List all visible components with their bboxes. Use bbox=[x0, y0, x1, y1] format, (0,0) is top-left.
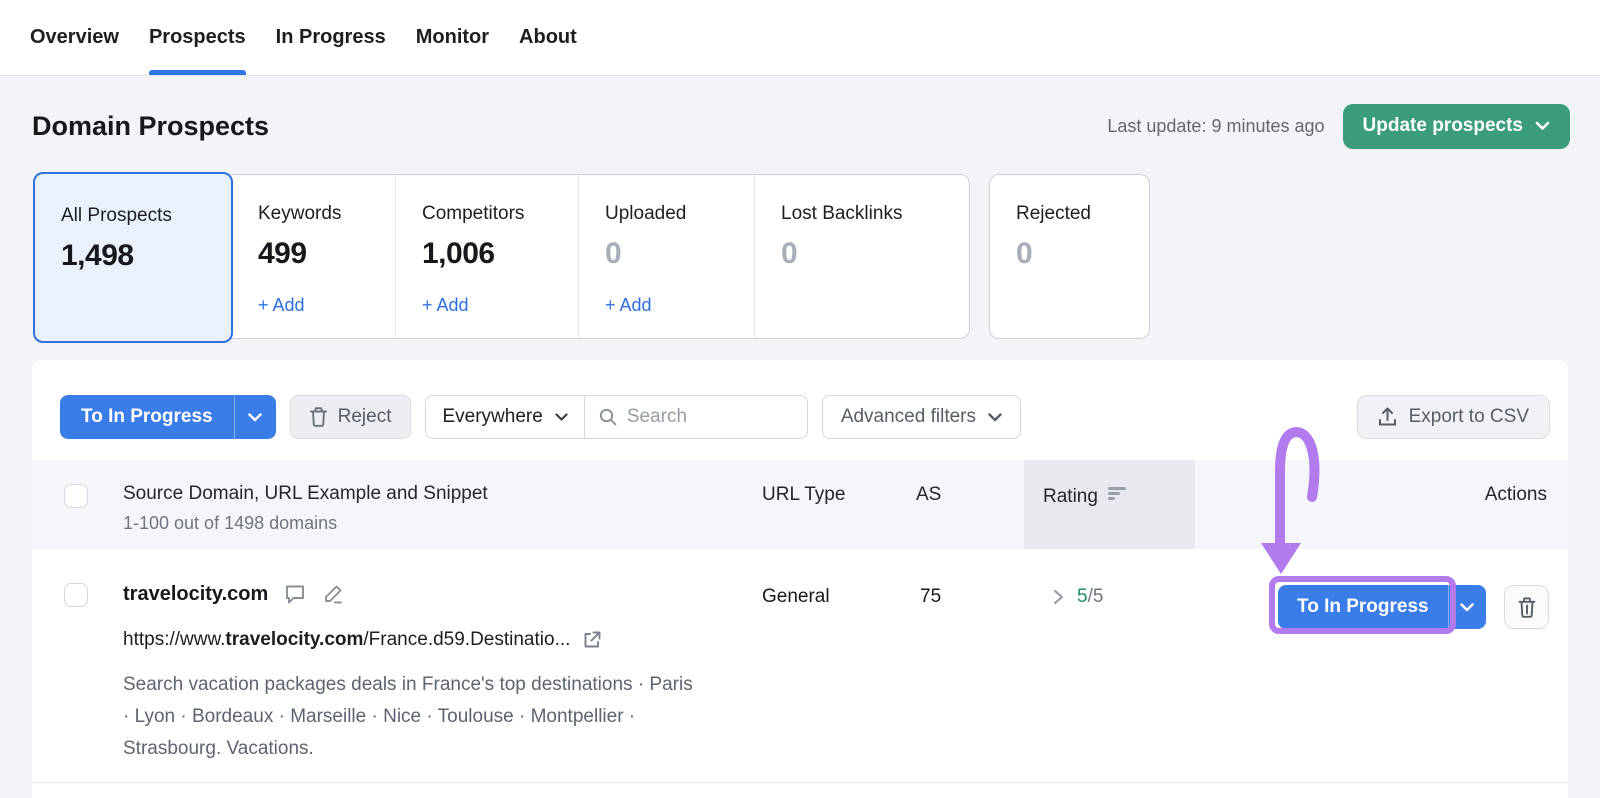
trash-icon bbox=[1518, 597, 1536, 618]
column-rating[interactable]: Rating bbox=[1043, 484, 1127, 508]
table-header-row: Source Domain, URL Example and Snippet 1… bbox=[32, 460, 1568, 549]
rating-score: 5 bbox=[1077, 586, 1088, 607]
url-prefix: https://www. bbox=[123, 629, 225, 650]
sort-descending-icon[interactable] bbox=[1108, 484, 1127, 506]
column-as: AS bbox=[916, 484, 941, 506]
search-box bbox=[585, 396, 807, 438]
card-label: Uploaded bbox=[605, 203, 754, 225]
row-domain[interactable]: travelocity.com bbox=[123, 583, 268, 606]
prospects-table-card: To In Progress Reject Everywhere bbox=[32, 360, 1568, 798]
page-title: Domain Prospects bbox=[32, 111, 269, 142]
card-label: All Prospects bbox=[61, 205, 231, 227]
row-to-in-progress-button[interactable]: To In Progress bbox=[1278, 585, 1486, 629]
rating-total: /5 bbox=[1088, 586, 1104, 607]
card-label: Competitors bbox=[422, 203, 578, 225]
chevron-right-icon[interactable] bbox=[1053, 589, 1064, 605]
top-nav: Overview Prospects In Progress Monitor A… bbox=[0, 0, 1600, 76]
column-rating-label: Rating bbox=[1043, 486, 1098, 507]
search-scope-dropdown[interactable]: Everywhere bbox=[426, 396, 584, 438]
tab-about[interactable]: About bbox=[519, 0, 577, 75]
card-uploaded[interactable]: Uploaded 0 + Add bbox=[579, 175, 755, 338]
advanced-filters-button[interactable]: Advanced filters bbox=[822, 395, 1021, 439]
row-to-in-progress-label[interactable]: To In Progress bbox=[1278, 585, 1448, 629]
card-count: 499 bbox=[258, 237, 395, 271]
add-keywords-link[interactable]: + Add bbox=[258, 295, 305, 316]
card-keywords[interactable]: Keywords 499 + Add bbox=[232, 175, 396, 338]
column-source-domain: Source Domain, URL Example and Snippet bbox=[123, 483, 488, 505]
card-count: 0 bbox=[1016, 237, 1149, 271]
external-link-icon[interactable] bbox=[582, 630, 602, 650]
chevron-down-icon bbox=[1535, 121, 1550, 131]
row-snippet: Search vacation packages deals in France… bbox=[123, 669, 698, 765]
update-prospects-label: Update prospects bbox=[1363, 115, 1523, 137]
comment-icon[interactable] bbox=[284, 583, 306, 605]
edit-pencil-icon[interactable] bbox=[322, 582, 346, 606]
card-count: 1,006 bbox=[422, 237, 578, 271]
add-competitors-link[interactable]: + Add bbox=[422, 295, 469, 316]
card-count: 0 bbox=[605, 237, 754, 271]
card-competitors[interactable]: Competitors 1,006 + Add bbox=[396, 175, 579, 338]
card-count: 1,498 bbox=[61, 239, 231, 273]
search-group: Everywhere bbox=[425, 395, 807, 439]
card-lost-backlinks[interactable]: Lost Backlinks 0 bbox=[755, 175, 969, 338]
advanced-filters-label: Advanced filters bbox=[841, 406, 976, 428]
row-checkbox[interactable] bbox=[64, 583, 88, 607]
tab-prospects[interactable]: Prospects bbox=[149, 0, 246, 75]
last-update-text: Last update: 9 minutes ago bbox=[1107, 116, 1324, 137]
update-prospects-button[interactable]: Update prospects bbox=[1343, 104, 1570, 149]
search-input[interactable] bbox=[627, 406, 793, 428]
url-path: /France.d59.Destinatio... bbox=[363, 629, 570, 650]
to-in-progress-bulk-label[interactable]: To In Progress bbox=[60, 395, 234, 439]
table-row: travelocity.com https://www.travelocity.… bbox=[32, 549, 1568, 783]
export-to-csv-label: Export to CSV bbox=[1409, 406, 1529, 428]
upload-icon bbox=[1378, 407, 1397, 427]
chevron-down-icon[interactable] bbox=[1448, 585, 1486, 629]
row-rating: 5/5 bbox=[1053, 586, 1103, 608]
select-all-checkbox[interactable] bbox=[64, 484, 88, 508]
results-range-text: 1-100 out of 1498 domains bbox=[123, 513, 337, 534]
reject-button[interactable]: Reject bbox=[290, 395, 412, 439]
card-all-prospects[interactable]: All Prospects 1,498 bbox=[33, 172, 233, 343]
tab-monitor[interactable]: Monitor bbox=[416, 0, 489, 75]
prospect-card-group: All Prospects 1,498 Keywords 499 + Add C… bbox=[34, 174, 970, 339]
export-to-csv-button[interactable]: Export to CSV bbox=[1357, 395, 1550, 439]
trash-icon bbox=[310, 407, 327, 427]
page-header: Domain Prospects Last update: 9 minutes … bbox=[0, 76, 1600, 150]
column-actions: Actions bbox=[1485, 484, 1547, 506]
card-count: 0 bbox=[781, 237, 969, 271]
chevron-down-icon bbox=[988, 413, 1002, 422]
card-label: Keywords bbox=[258, 203, 395, 225]
search-scope-value: Everywhere bbox=[442, 406, 542, 428]
row-delete-button[interactable] bbox=[1504, 585, 1549, 629]
to-in-progress-bulk-button[interactable]: To In Progress bbox=[60, 395, 276, 439]
reject-label: Reject bbox=[338, 406, 392, 428]
card-label: Rejected bbox=[1016, 203, 1149, 225]
row-as-score: 75 bbox=[920, 586, 941, 608]
card-rejected[interactable]: Rejected 0 bbox=[989, 174, 1150, 339]
tab-in-progress[interactable]: In Progress bbox=[276, 0, 386, 75]
prospect-cards-row: All Prospects 1,498 Keywords 499 + Add C… bbox=[34, 174, 1600, 339]
row-url-type: General bbox=[762, 586, 830, 608]
card-label: Lost Backlinks bbox=[781, 203, 969, 225]
tab-overview[interactable]: Overview bbox=[30, 0, 119, 75]
add-uploaded-link[interactable]: + Add bbox=[605, 295, 652, 316]
row-url[interactable]: https://www.travelocity.com/France.d59.D… bbox=[123, 629, 602, 651]
chevron-down-icon bbox=[555, 413, 568, 422]
search-icon bbox=[599, 408, 617, 426]
table-toolbar: To In Progress Reject Everywhere bbox=[60, 395, 1550, 439]
url-domain: travelocity.com bbox=[225, 629, 363, 650]
chevron-down-icon[interactable] bbox=[234, 395, 276, 439]
column-url-type: URL Type bbox=[762, 484, 845, 506]
